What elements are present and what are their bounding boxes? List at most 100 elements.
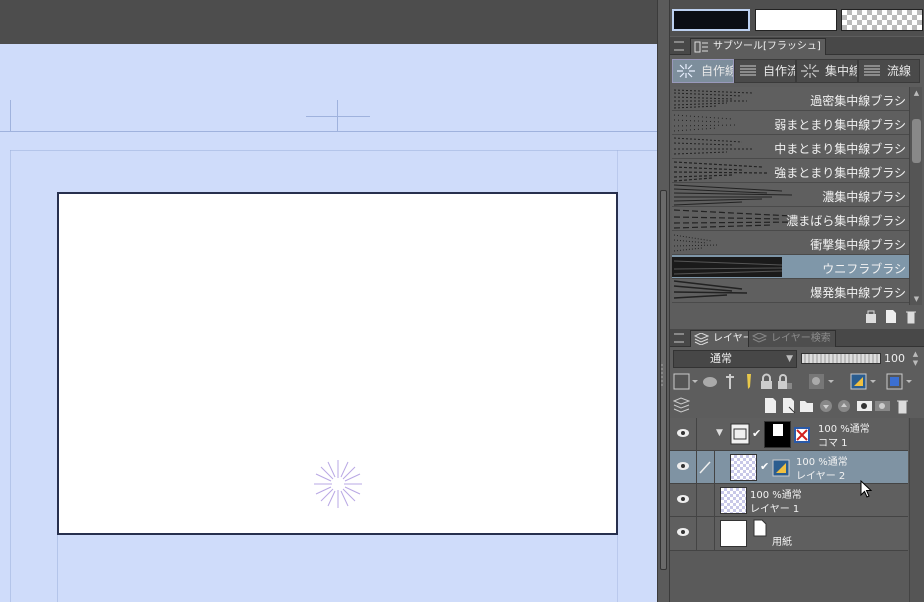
brush-item-label: 衝撃集中線ブラシ <box>810 238 906 252</box>
blend-mode-select[interactable]: 通常 ▼ <box>673 350 797 368</box>
layers-icon <box>694 333 709 345</box>
sub-color-swatch[interactable] <box>755 9 837 31</box>
pen-edit-icon <box>699 461 711 474</box>
subtool-tab-label: サブツール[フラッシュ] <box>713 41 821 52</box>
scroll-up-arrow-icon[interactable]: ▲ <box>911 88 922 98</box>
merge-down-icon[interactable] <box>836 397 853 414</box>
brush-item[interactable]: 過密集中線ブラシ <box>672 87 909 111</box>
layer-row-divider <box>714 451 715 484</box>
trash-icon[interactable] <box>894 397 911 414</box>
set-tab-label: 流線 <box>887 64 912 78</box>
speedline-icon <box>740 65 756 76</box>
chevron-down-icon[interactable] <box>826 373 836 390</box>
splitter-grip[interactable] <box>661 364 665 386</box>
blend-mode-value: 通常 <box>710 352 732 365</box>
brush-item-label: 強まとまり集中線ブラシ <box>774 166 906 180</box>
eye-icon[interactable] <box>676 494 690 504</box>
tab-focus-line[interactable]: 集中線 <box>796 59 858 83</box>
folder-expand-icon[interactable]: ▼ <box>716 428 723 438</box>
set-tab-label: 自作線 <box>701 64 734 78</box>
layer-toolbar-secondary <box>670 394 924 416</box>
clip-layer-icon[interactable] <box>702 373 719 390</box>
brush-item[interactable]: 弱まとまり集中線ブラシ <box>672 111 909 135</box>
layer-name: コマ 1 <box>818 438 848 449</box>
brush-item-label: 爆発集中線ブラシ <box>810 286 906 300</box>
lock-icon[interactable] <box>758 373 775 390</box>
chevron-down-icon[interactable] <box>690 373 700 390</box>
layer-thumbnail <box>730 454 757 481</box>
eye-icon[interactable] <box>676 461 690 471</box>
apply-mask-icon[interactable] <box>874 397 891 414</box>
brush-item-label: 濃集中線ブラシ <box>822 190 906 204</box>
layer-thumbnail <box>720 520 747 547</box>
transparent-color-swatch[interactable] <box>841 9 923 31</box>
brush-item[interactable]: 濃集中線ブラシ <box>672 183 909 207</box>
chevron-down-icon[interactable] <box>904 373 914 390</box>
chevron-down-icon: ▼ <box>786 354 793 364</box>
brush-item-label: 中まとまり集中線ブラシ <box>774 142 906 156</box>
bleed-line-top <box>10 150 657 151</box>
main-color-swatch[interactable] <box>672 9 750 31</box>
layer-color-icon[interactable] <box>673 373 690 390</box>
safe-line-left <box>57 535 58 602</box>
new-folder-icon[interactable] <box>798 397 815 414</box>
chevron-down-icon[interactable] <box>868 373 878 390</box>
layer-search-tab-label: レイヤー検索 <box>771 333 831 344</box>
brush-item-label: 過密集中線ブラシ <box>810 94 906 108</box>
layer-row-paper[interactable]: 用紙 <box>670 517 908 551</box>
layer-palette-color-icon[interactable] <box>886 373 903 390</box>
draft-layer-icon[interactable] <box>740 373 757 390</box>
layer-row-frame-folder[interactable]: ▼ ✔ 100 %通常 コマ 1 <box>670 418 908 451</box>
copy-subtool-icon[interactable] <box>884 309 898 324</box>
layer-opacity-mode: 100 %通常 <box>818 424 870 435</box>
brush-list: 過密集中線ブラシ 弱まとまり集中線ブラシ 中まとまり集中線ブラシ 強まとまり集中… <box>672 87 909 305</box>
opacity-value[interactable]: 100 <box>884 352 905 365</box>
tab-custom-flow[interactable]: 自作流 <box>734 59 796 83</box>
brush-item[interactable]: 衝撃集中線ブラシ <box>672 231 909 255</box>
eye-icon[interactable] <box>676 527 690 537</box>
ruler-layer-icon[interactable] <box>772 459 790 477</box>
opacity-slider[interactable] <box>801 353 881 364</box>
mask-disabled-icon[interactable] <box>794 427 810 443</box>
ruler-display-icon[interactable] <box>850 373 867 390</box>
reference-layer-icon[interactable] <box>722 373 739 390</box>
set-tab-label: 集中線 <box>825 64 858 78</box>
layer-search-icon <box>752 333 767 343</box>
lock-transparent-icon[interactable] <box>776 373 793 390</box>
settings-icon[interactable] <box>864 309 878 324</box>
brush-item[interactable]: 強まとまり集中線ブラシ <box>672 159 909 183</box>
layers-icon[interactable] <box>673 397 690 414</box>
brush-item-selected[interactable]: ウニフラブラシ <box>672 255 909 279</box>
brush-stroke-preview <box>673 184 793 206</box>
scroll-down-arrow-icon[interactable]: ▼ <box>911 294 922 304</box>
brush-item-label: 弱まとまり集中線ブラシ <box>774 118 906 132</box>
scroll-thumb[interactable] <box>912 119 921 163</box>
opacity-spinner[interactable]: ▲ ▼ <box>910 350 921 368</box>
burst-icon <box>801 64 819 78</box>
create-mask-icon[interactable] <box>856 397 873 414</box>
new-vector-layer-icon[interactable] <box>780 397 797 414</box>
layer-row-divider <box>714 484 715 517</box>
tab-stream-line[interactable]: 流線 <box>858 59 920 83</box>
eye-icon[interactable] <box>676 428 690 438</box>
brush-item[interactable]: 爆発集中線ブラシ <box>672 279 909 303</box>
thumbnail-white-area <box>773 424 783 436</box>
speedline-icon <box>864 65 880 76</box>
mouse-pointer-icon <box>860 480 873 498</box>
trash-icon[interactable] <box>904 309 918 324</box>
brush-item[interactable]: 濃まばら集中線ブラシ <box>672 207 909 231</box>
tab-layer-search[interactable]: レイヤー検索 <box>748 330 836 347</box>
tab-custom-line[interactable]: 自作線 <box>672 59 734 83</box>
palette-menu-icon[interactable] <box>674 333 684 343</box>
palette-menu-icon[interactable] <box>674 41 684 51</box>
brush-item[interactable]: 中まとまり集中線ブラシ <box>672 135 909 159</box>
transfer-down-icon[interactable] <box>818 397 835 414</box>
brush-list-scrollbar[interactable]: ▲ ▼ <box>909 87 922 305</box>
layer-list-scrollbar[interactable] <box>909 418 924 602</box>
new-raster-layer-icon[interactable] <box>762 397 779 414</box>
mask-enable-icon[interactable] <box>808 373 825 390</box>
canvas-area[interactable] <box>0 0 657 602</box>
tab-subtool-flash[interactable]: サブツール[フラッシュ] <box>690 38 826 55</box>
panel-splitter[interactable] <box>657 0 670 602</box>
layer-toolbar-primary <box>670 370 924 394</box>
